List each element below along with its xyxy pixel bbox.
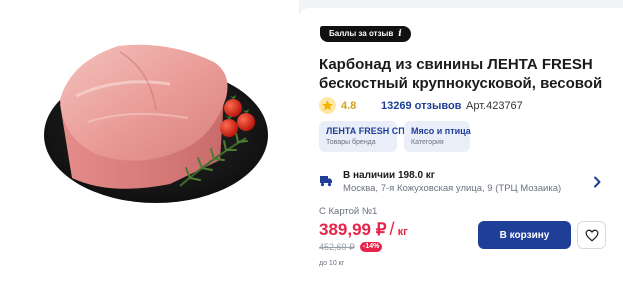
price-unit: кг [397,226,408,238]
article-number: Арт.423767 [466,100,523,112]
reviews-link[interactable]: 13269 отзывов [381,100,461,112]
store-address: Москва, 7-я Кожуховская улица, 9 (ТРЦ Мо… [343,183,562,194]
product-page: Баллы за отзыв i Карбонад из свинины ЛЕНТ… [0,0,623,286]
price-separator: / [389,219,395,239]
product-image [44,44,268,203]
rating-value: 4.8 [341,100,357,112]
loyalty-card-label: С Картой №1 [319,206,378,217]
brand-tag[interactable]: ЛЕНТА FRESH СП Товары бренда [319,121,405,152]
favorite-button[interactable] [577,221,606,249]
points-badge-label: Баллы за отзыв [329,29,394,38]
category-tag-subtitle: Категория [411,139,444,146]
product-title: Карбонад из свинины ЛЕНТА FRESH бескостн… [319,56,603,92]
price-value: 389,99 ₽ [319,220,387,239]
discount-badge: -14% [360,242,383,252]
current-price: 389,99 ₽ / кг [319,219,408,240]
chevron-right-icon [594,176,601,188]
heart-icon [585,229,599,242]
old-price: 452,69 ₽ [319,242,355,252]
add-to-cart-button[interactable]: В корзину [478,221,571,249]
tomato [237,113,255,131]
category-tag[interactable]: Мясо и птица Категория [404,121,471,152]
brand-tag-subtitle: Товары бренда [326,139,376,146]
category-tag-title: Мясо и птица [411,126,471,136]
tomato [220,119,238,137]
points-for-review-badge[interactable]: Баллы за отзыв i [320,26,411,42]
brand-tag-title: ЛЕНТА FRESH СП [326,126,405,136]
stock-title: В наличии 198.0 кг [343,170,435,181]
info-icon: i [398,29,402,39]
truck-icon [320,176,332,187]
tomato [224,99,242,117]
product-image-panel [0,0,299,286]
star-icon [319,97,336,114]
quantity-limit-note: до 10 кг [319,260,345,267]
stock-availability-row[interactable]: В наличии 198.0 кг Москва, 7-я Кожуховск… [307,161,615,205]
